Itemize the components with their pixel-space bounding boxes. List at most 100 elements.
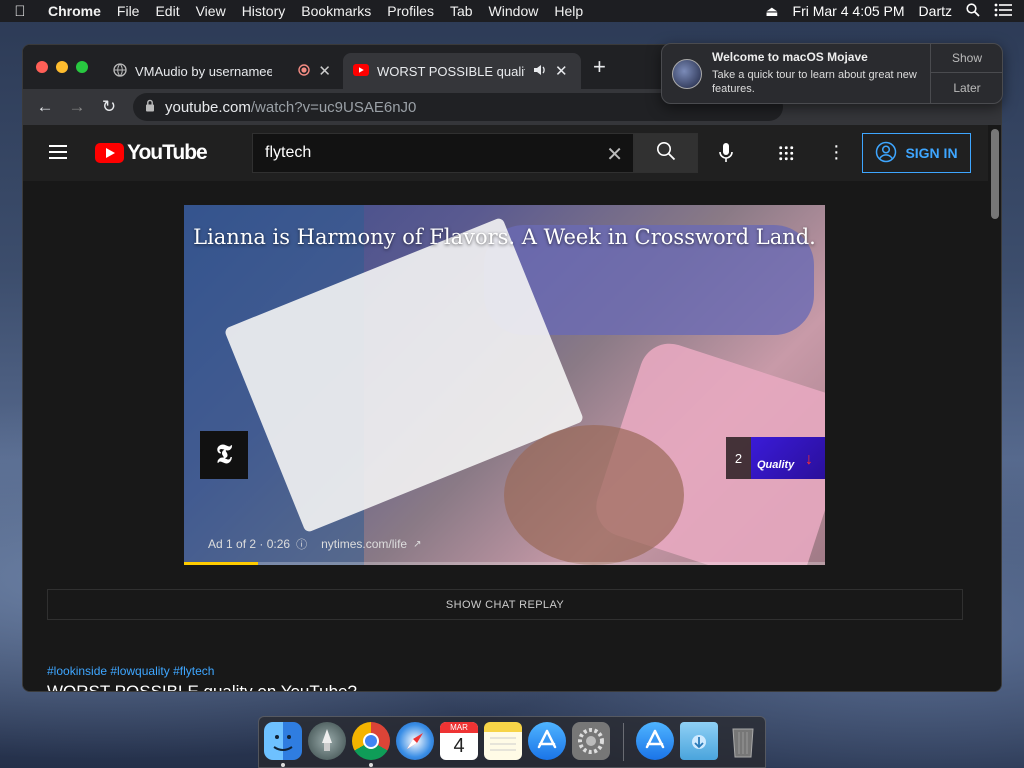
external-link-icon[interactable]: ↗ [413, 539, 421, 550]
search-icon [656, 141, 676, 166]
next-video-thumbnail: Quality ↓ [751, 437, 825, 479]
downloads-folder-icon[interactable] [680, 722, 718, 760]
ad-headline: Lianna is Harmony of Flavors. A Week in … [193, 225, 816, 249]
trash-icon[interactable] [724, 722, 762, 760]
tab-close-icon[interactable]: ✕ [318, 62, 331, 80]
dock-separator [623, 723, 624, 761]
youtube-favicon-icon [353, 63, 369, 79]
ad-progress-bar[interactable] [184, 562, 825, 565]
ad-progress-fill [184, 562, 258, 565]
account-icon [875, 141, 897, 166]
ad-link[interactable]: nytimes.com/life [321, 537, 407, 551]
back-arrow-icon[interactable]: ← [29, 97, 61, 117]
tab-title: WORST POSSIBLE quality o [377, 63, 525, 79]
app-store-icon[interactable] [528, 722, 566, 760]
apps-grid-icon[interactable] [778, 145, 794, 161]
calendar-day: 4 [453, 735, 465, 757]
menu-edit[interactable]: Edit [147, 3, 187, 19]
hamburger-menu-icon[interactable] [49, 145, 67, 159]
search-query: flytech [265, 144, 312, 161]
show-chat-replay-button[interactable]: SHOW CHAT REPLAY [47, 589, 963, 620]
info-icon[interactable]: ⓘ [296, 536, 307, 552]
running-indicator [281, 763, 285, 767]
clear-search-icon[interactable]: ✕ [606, 142, 623, 167]
youtube-logo[interactable]: YouTube [95, 141, 208, 165]
url-host: youtube.com [165, 98, 251, 116]
speaker-icon[interactable] [533, 64, 547, 79]
notification-show-button[interactable]: Show [931, 44, 1003, 73]
menu-bookmarks[interactable]: Bookmarks [293, 3, 379, 19]
browser-window: VMAudio by usernamee ✕ WORST POSSIBLE qu… [22, 44, 1002, 692]
video-frame-shape [504, 425, 684, 565]
menu-clock[interactable]: Fri Mar 4 4:05 PM [793, 3, 905, 19]
macos-mojave-icon [672, 59, 702, 89]
notification-later-button[interactable]: Later [931, 73, 1003, 102]
youtube-wordmark: YouTube [127, 141, 208, 164]
tab-youtube[interactable]: WORST POSSIBLE quality o ✕ [343, 53, 581, 89]
launchpad-icon[interactable] [308, 722, 346, 760]
notes-icon[interactable] [484, 722, 522, 760]
notification-title: Welcome to macOS Mojave [712, 50, 868, 64]
mojave-notification[interactable]: Welcome to macOS Mojave Take a quick tou… [661, 43, 1003, 104]
close-window-button[interactable] [36, 61, 48, 73]
sign-in-label: SIGN IN [905, 145, 958, 161]
dock: MAR 4 [258, 716, 766, 768]
menu-window[interactable]: Window [481, 3, 547, 19]
microphone-icon[interactable] [715, 141, 737, 165]
forward-arrow-icon[interactable]: → [61, 97, 93, 117]
youtube-page: YouTube flytech ✕ · · · SIGN IN Lianna i… [23, 125, 1001, 692]
url-path: /watch?v=uc9USAE6nJ0 [250, 98, 417, 116]
tab-vmaudio[interactable]: VMAudio by usernamee ✕ [103, 53, 341, 89]
scrollbar-thumb[interactable] [991, 129, 999, 219]
more-options-icon[interactable]: · · · [833, 136, 840, 168]
apple-menu-icon[interactable]:  [0, 3, 40, 20]
thumbnail-label: Quality [757, 459, 795, 471]
menu-app-name[interactable]: Chrome [40, 3, 109, 19]
menu-help[interactable]: Help [546, 3, 591, 19]
menu-user[interactable]: Dartz [919, 3, 952, 19]
video-hashtags[interactable]: #lookinside #lowquality #flytech [47, 664, 214, 678]
video-player[interactable]: Lianna is Harmony of Flavors. A Week in … [184, 205, 825, 565]
notification-actions: Show Later [930, 44, 1003, 103]
notification-body: Take a quick tour to learn about great n… [712, 69, 917, 95]
reload-icon[interactable]: ↻ [93, 97, 125, 117]
video-title: WORST POSSIBLE quality on YouTube? [47, 682, 357, 692]
new-tab-button[interactable]: + [593, 56, 606, 78]
chrome-icon[interactable] [352, 722, 390, 760]
next-ad-preview[interactable]: 2 Quality ↓ [726, 437, 825, 479]
minimize-window-button[interactable] [56, 61, 68, 73]
search-input[interactable]: flytech ✕ [252, 133, 634, 173]
recording-icon [298, 63, 311, 79]
down-arrow-icon: ↓ [805, 451, 813, 468]
advertiser-logo[interactable]: 𝕿 [200, 431, 248, 479]
ad-info-bar: Ad 1 of 2 · 0:26 ⓘ nytimes.com/life ↗ [208, 536, 421, 552]
eject-icon[interactable]: ⏏ [765, 3, 778, 20]
globe-icon [113, 62, 127, 80]
tab-title: VMAudio by usernamee [135, 63, 273, 79]
running-indicator [369, 763, 373, 767]
ad-counter: Ad 1 of 2 · 0:26 [208, 537, 291, 551]
safari-icon[interactable] [396, 722, 434, 760]
system-preferences-icon[interactable] [572, 722, 610, 760]
tab-close-icon[interactable]: ✕ [555, 62, 568, 80]
youtube-header: YouTube flytech ✕ · · · SIGN IN [23, 125, 988, 181]
menu-bar:  Chrome File Edit View History Bookmark… [0, 0, 1024, 22]
spotlight-search-icon[interactable] [966, 2, 980, 20]
calendar-icon[interactable]: MAR 4 [440, 722, 478, 760]
menu-view[interactable]: View [188, 3, 234, 19]
ad-countdown: 2 [726, 437, 751, 479]
notification-center-icon[interactable] [994, 3, 1012, 20]
youtube-play-icon [95, 143, 124, 163]
menu-tab[interactable]: Tab [442, 3, 481, 19]
finder-icon[interactable] [264, 722, 302, 760]
menu-profiles[interactable]: Profiles [379, 3, 442, 19]
zoom-window-button[interactable] [76, 61, 88, 73]
menu-history[interactable]: History [234, 3, 294, 19]
calendar-month: MAR [440, 722, 478, 733]
lock-icon [145, 99, 155, 116]
page-scrollbar[interactable] [988, 125, 1001, 691]
search-button[interactable] [634, 133, 698, 173]
app-store-folder-icon[interactable] [636, 722, 674, 760]
menu-file[interactable]: File [109, 3, 148, 19]
sign-in-button[interactable]: SIGN IN [862, 133, 971, 173]
